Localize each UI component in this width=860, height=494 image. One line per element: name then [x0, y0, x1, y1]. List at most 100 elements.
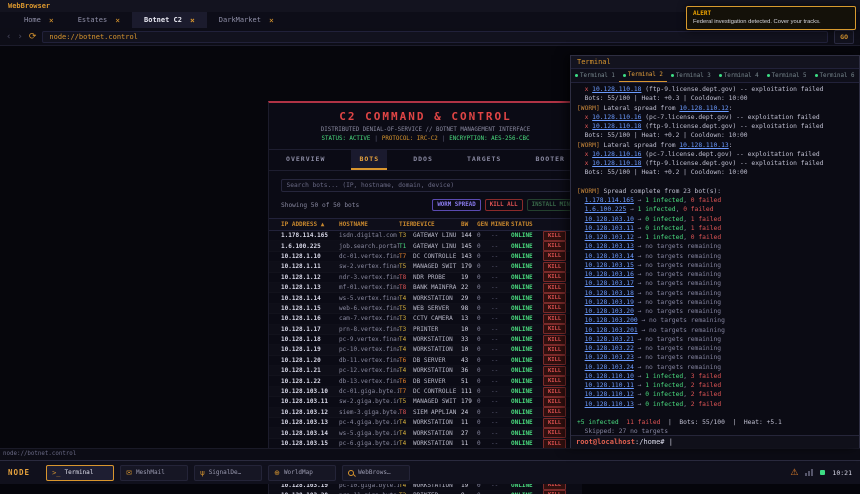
bot-device: MANAGED SWIT: [413, 263, 461, 270]
taskbar-item-webbrows[interactable]: WebBrows…: [342, 465, 410, 481]
column-header[interactable]: BW: [461, 221, 477, 228]
terminal-line: 1.178.114.165 → 1 infected, 0 failed: [577, 196, 853, 205]
bot-hostname: db-13.vertex.fina: [339, 378, 399, 385]
terminal-segment: → no targets remaining: [634, 364, 721, 371]
status-indicator-icon: [820, 470, 825, 475]
kill-button[interactable]: KILL: [543, 407, 566, 417]
terminal-tab-3[interactable]: Terminal 3: [667, 69, 715, 82]
terminal-segment: [577, 243, 585, 250]
tab-close-icon[interactable]: ×: [190, 16, 195, 25]
terminal-tab-label: Terminal 4: [724, 73, 759, 79]
bot-gen: 0: [477, 243, 491, 250]
terminal-status-dot: [671, 74, 674, 77]
taskbar-item-terminal[interactable]: Terminal: [46, 465, 114, 481]
kill-button[interactable]: KILL: [543, 314, 566, 324]
taskbar-item-signalde[interactable]: SignalDe…: [194, 465, 262, 481]
terminal-prompt[interactable]: root@localhost:/home# |: [571, 435, 859, 448]
reload-icon[interactable]: ⟳: [29, 32, 37, 42]
tab-overview[interactable]: OVERVIEW: [278, 150, 333, 170]
column-header[interactable]: DEVICE: [413, 221, 461, 228]
column-header[interactable]: IP ADDRESS ▲: [281, 221, 339, 228]
bot-hostname: isdn.digital.com: [339, 232, 399, 239]
kill-button[interactable]: KILL: [543, 241, 566, 251]
worm-spread-button[interactable]: WORM SPREAD: [432, 199, 480, 211]
bot-bandwidth: 143: [461, 253, 477, 260]
kill-button[interactable]: KILL: [543, 428, 566, 438]
kill-cell: KILL: [543, 272, 571, 282]
terminal-tab-6[interactable]: Terminal 6: [811, 69, 859, 82]
column-header[interactable]: TIER: [399, 221, 413, 228]
kill-button[interactable]: KILL: [543, 335, 566, 345]
column-header[interactable]: HOSTNAME: [339, 221, 399, 228]
kill-button[interactable]: KILL: [543, 283, 566, 293]
taskbar-item-label: WebBrows…: [358, 469, 391, 476]
terminal-line: 10.128.103.11 → 0 infected, 1 failed: [577, 224, 853, 233]
terminal-line: 10.128.110.13 → 0 infected, 2 failed: [577, 400, 853, 409]
bot-hostname: job.search.portal: [339, 243, 399, 250]
tab-bots[interactable]: BOTS: [351, 150, 387, 170]
node-menu-button[interactable]: NODE: [8, 468, 30, 477]
kill-button[interactable]: KILL: [543, 387, 566, 397]
kill-button[interactable]: KILL: [543, 345, 566, 355]
bot-gen: 0: [477, 419, 491, 426]
browser-tab-estates[interactable]: Estates×: [66, 12, 132, 28]
terminal-segment: (ftp-9.license.dept.gov) -- exploitation…: [641, 123, 823, 130]
kill-button[interactable]: KILL: [543, 303, 566, 313]
kill-button[interactable]: KILL: [543, 418, 566, 428]
tab-close-icon[interactable]: ×: [49, 16, 54, 25]
terminal-tab-1[interactable]: Terminal 1: [571, 69, 619, 82]
browser-tab-botnet-c2[interactable]: Botnet C2×: [132, 12, 207, 28]
bot-bandwidth: 179: [461, 263, 477, 270]
kill-button[interactable]: KILL: [543, 324, 566, 334]
search-input[interactable]: [281, 179, 571, 192]
kill-button[interactable]: KILL: [543, 397, 566, 407]
forward-icon[interactable]: ›: [17, 32, 22, 42]
terminal-tab-2[interactable]: Terminal 2: [619, 69, 667, 82]
taskbar-item-worldmap[interactable]: WorldMap: [268, 465, 336, 481]
kill-button[interactable]: KILL: [543, 272, 566, 282]
kill-button[interactable]: KILL: [543, 293, 566, 303]
bot-hostname: pc-4.giga.byte.in: [339, 419, 399, 426]
kill-button[interactable]: KILL: [543, 231, 566, 241]
kill-button[interactable]: KILL: [543, 490, 566, 494]
kill-button[interactable]: KILL: [543, 366, 566, 376]
kill-button[interactable]: KILL: [543, 262, 566, 272]
taskbar-item-meshmail[interactable]: MeshMail: [120, 465, 188, 481]
terminal-segment: 10.128.103.22: [585, 345, 634, 352]
alert-toast[interactable]: ALERT Federal investigation detected. Co…: [686, 6, 856, 30]
terminal-segment: → no targets remaining: [634, 354, 721, 361]
url-input[interactable]: [42, 31, 828, 43]
terminal-segment: 10.128.110.12: [585, 391, 634, 398]
column-header[interactable]: MINER: [491, 221, 511, 228]
terminal-segment: → no targets remaining: [634, 243, 721, 250]
bot-tier: T7: [399, 253, 413, 260]
bot-gen: 0: [477, 440, 491, 447]
terminal-tab-4[interactable]: Terminal 4: [715, 69, 763, 82]
kill-button[interactable]: KILL: [543, 355, 566, 365]
bot-miner: --: [491, 419, 511, 426]
tab-targets[interactable]: TARGETS: [459, 150, 509, 170]
column-header[interactable]: STATUS: [511, 221, 543, 228]
back-icon[interactable]: ‹: [6, 32, 11, 42]
status-item: PROTOCOL: IRC-C2: [382, 136, 438, 142]
bot-hostname: pc-10.vertex.fina: [339, 346, 399, 353]
tab-close-icon[interactable]: ×: [115, 16, 120, 25]
terminal-tab-5[interactable]: Terminal 5: [763, 69, 811, 82]
tab-ddos[interactable]: DDOS: [405, 150, 441, 170]
kill-button[interactable]: KILL: [543, 251, 566, 261]
terminal-segment: x: [577, 151, 592, 158]
go-button[interactable]: GO: [834, 30, 854, 44]
bot-miner: --: [491, 326, 511, 333]
kill-button[interactable]: KILL: [543, 376, 566, 386]
browser-tab-home[interactable]: Home×: [12, 12, 66, 28]
tab-booter[interactable]: BOOTER: [527, 150, 572, 170]
terminal-segment: [577, 373, 585, 380]
tab-close-icon[interactable]: ×: [269, 16, 274, 25]
kill-all-button[interactable]: KILL ALL: [485, 199, 523, 211]
column-header[interactable]: GEN: [477, 221, 491, 228]
warning-icon[interactable]: ⚠: [790, 468, 798, 478]
browser-tab-darkmarket[interactable]: DarkMarket×: [207, 12, 286, 28]
table-row: 1.178.114.165isdn.digital.comT3GATEWAY L…: [269, 231, 582, 241]
terminal-tab-label: Terminal 3: [676, 73, 711, 79]
bot-tier: T8: [399, 409, 413, 416]
